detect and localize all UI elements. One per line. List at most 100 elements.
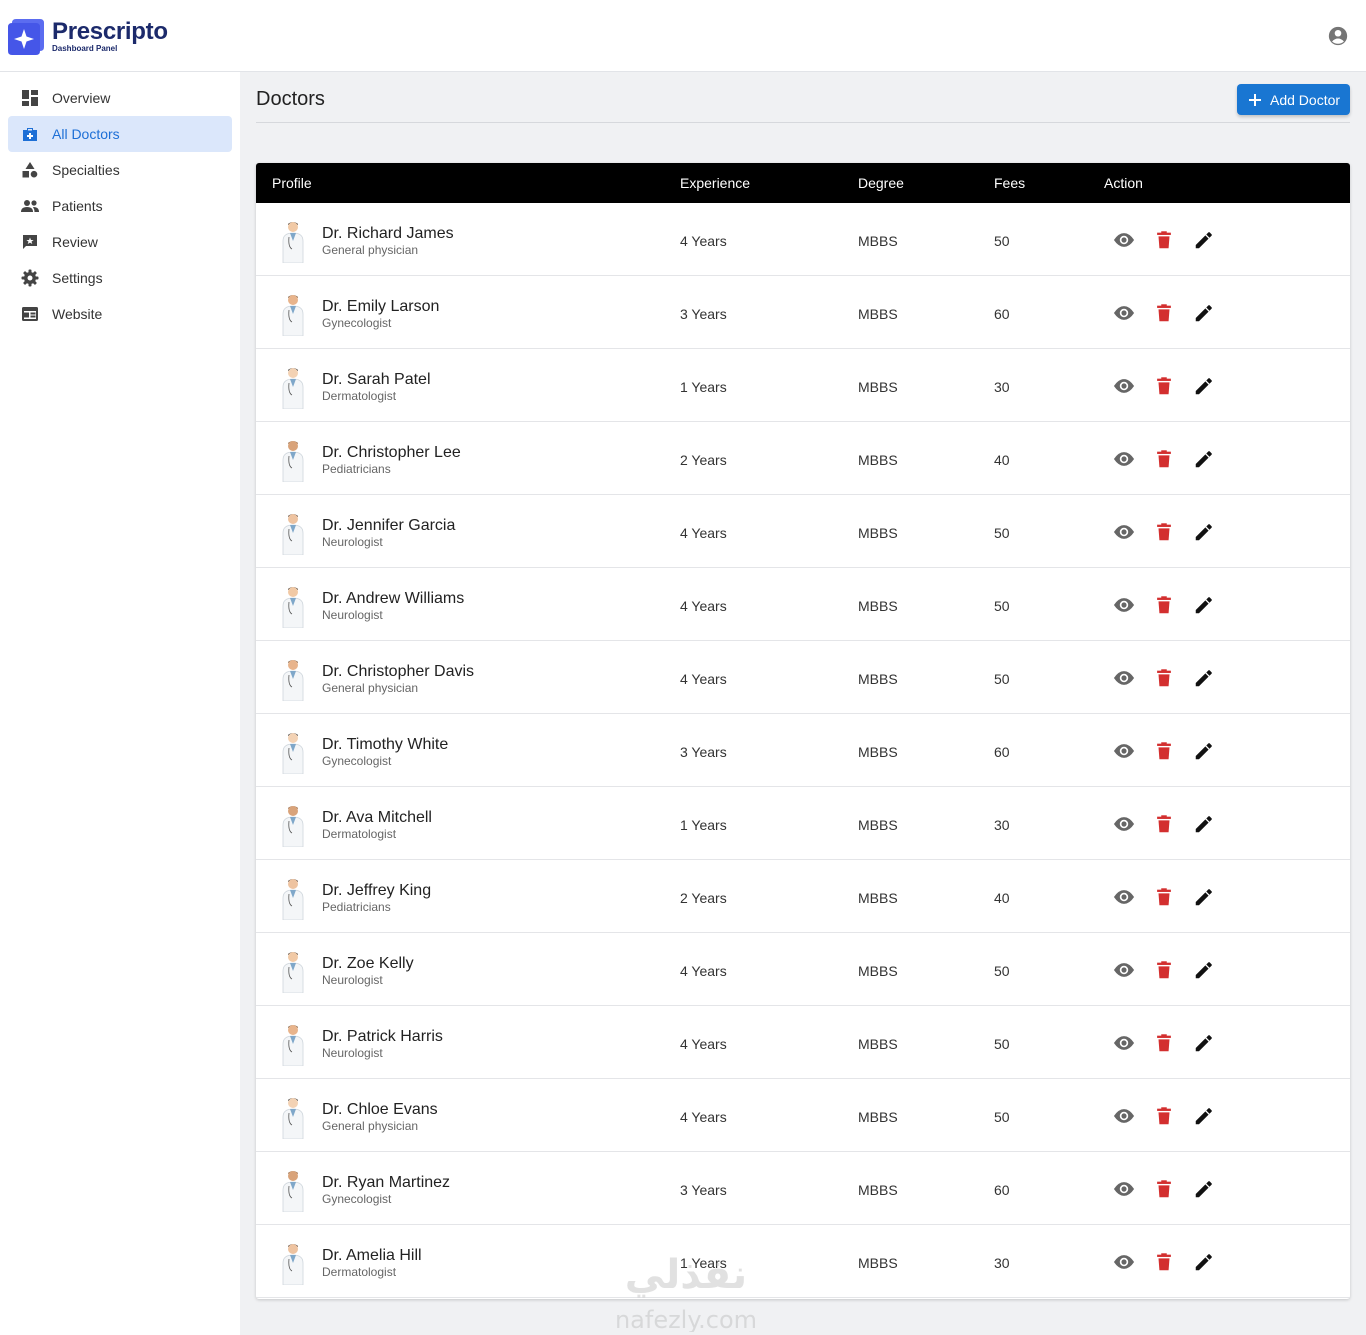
account-circle-icon[interactable] <box>1327 25 1349 47</box>
pencil-icon[interactable] <box>1193 740 1215 762</box>
doctor-specialty: Gynecologist <box>322 316 392 330</box>
pencil-icon[interactable] <box>1193 1178 1215 1200</box>
trash-icon[interactable] <box>1153 1032 1175 1054</box>
eye-icon[interactable] <box>1113 740 1135 762</box>
doctor-avatar <box>282 1025 304 1066</box>
sidebar-item-all-doctors[interactable]: All Doctors <box>8 116 232 152</box>
add-doctor-button[interactable]: Add Doctor <box>1237 84 1350 115</box>
experience-cell: 1 Years <box>680 817 727 833</box>
eye-icon[interactable] <box>1113 813 1135 835</box>
pencil-icon[interactable] <box>1193 1032 1215 1054</box>
row-divider <box>664 1297 1350 1298</box>
trash-icon[interactable] <box>1153 1251 1175 1273</box>
experience-cell: 4 Years <box>680 598 727 614</box>
table-body: Dr. Richard James General physician 4 Ye… <box>256 203 1350 1298</box>
pencil-icon[interactable] <box>1193 1251 1215 1273</box>
degree-cell: MBBS <box>858 817 898 833</box>
eye-icon[interactable] <box>1113 594 1135 616</box>
sidebar-item-patients[interactable]: Patients <box>8 188 232 224</box>
column-header-fees: Fees <box>994 175 1026 191</box>
fees-cell: 40 <box>994 890 1010 906</box>
trash-icon[interactable] <box>1153 521 1175 543</box>
pencil-icon[interactable] <box>1193 448 1215 470</box>
eye-icon[interactable] <box>1113 375 1135 397</box>
doctor-name: Dr. Christopher Lee <box>322 444 461 461</box>
trash-icon[interactable] <box>1153 1105 1175 1127</box>
doctor-avatar <box>282 295 304 336</box>
doctor-avatar <box>282 660 304 701</box>
doctor-specialty: General physician <box>322 681 419 695</box>
pencil-icon[interactable] <box>1193 302 1215 324</box>
medical-bag-icon <box>20 124 40 144</box>
degree-cell: MBBS <box>858 890 898 906</box>
eye-icon[interactable] <box>1113 302 1135 324</box>
trash-icon[interactable] <box>1153 740 1175 762</box>
table-row: Dr. Timothy White Gynecologist 3 Years M… <box>256 714 1350 787</box>
trash-icon[interactable] <box>1153 594 1175 616</box>
eye-icon[interactable] <box>1113 959 1135 981</box>
trash-icon[interactable] <box>1153 375 1175 397</box>
doctor-avatar <box>282 952 304 993</box>
sidebar: Overview All Doctors Specialties Patient… <box>0 72 240 1335</box>
trash-icon[interactable] <box>1153 1178 1175 1200</box>
row-divider <box>256 1297 664 1298</box>
doctor-name: Dr. Jennifer Garcia <box>322 517 456 534</box>
doctor-name: Dr. Zoe Kelly <box>322 955 414 972</box>
pencil-icon[interactable] <box>1193 886 1215 908</box>
sidebar-item-review[interactable]: Review <box>8 224 232 260</box>
pencil-icon[interactable] <box>1193 959 1215 981</box>
pencil-icon[interactable] <box>1193 521 1215 543</box>
divider <box>256 122 1350 123</box>
sidebar-item-label: All Doctors <box>52 126 120 142</box>
doctor-specialty: Gynecologist <box>322 754 392 768</box>
pencil-icon[interactable] <box>1193 229 1215 251</box>
sidebar-item-label: Patients <box>52 198 103 214</box>
doctor-specialty: Dermatologist <box>322 1265 397 1279</box>
doctor-name: Dr. Chloe Evans <box>322 1101 438 1118</box>
pencil-icon[interactable] <box>1193 667 1215 689</box>
pencil-icon[interactable] <box>1193 594 1215 616</box>
trash-icon[interactable] <box>1153 813 1175 835</box>
trash-icon[interactable] <box>1153 229 1175 251</box>
experience-cell: 3 Years <box>680 306 727 322</box>
fees-cell: 50 <box>994 233 1010 249</box>
trash-icon[interactable] <box>1153 302 1175 324</box>
sidebar-item-website[interactable]: Website <box>8 296 232 332</box>
eye-icon[interactable] <box>1113 448 1135 470</box>
experience-cell: 2 Years <box>680 890 727 906</box>
fees-cell: 50 <box>994 1109 1010 1125</box>
doctor-name: Dr. Ryan Martinez <box>322 1174 451 1191</box>
table-row: Dr. Zoe Kelly Neurologist 4 Years MBBS 5… <box>256 933 1350 1006</box>
sidebar-item-specialties[interactable]: Specialties <box>8 152 232 188</box>
degree-cell: MBBS <box>858 1255 898 1271</box>
eye-icon[interactable] <box>1113 229 1135 251</box>
doctor-name: Dr. Timothy White <box>322 736 449 753</box>
sidebar-item-label: Overview <box>52 90 111 106</box>
review-icon <box>20 232 40 252</box>
pencil-icon[interactable] <box>1193 813 1215 835</box>
table-row: Dr. Patrick Harris Neurologist 4 Years M… <box>256 1006 1350 1079</box>
people-icon <box>20 196 40 216</box>
eye-icon[interactable] <box>1113 1178 1135 1200</box>
experience-cell: 4 Years <box>680 1109 727 1125</box>
doctor-name: Dr. Jeffrey King <box>322 882 432 899</box>
logo[interactable]: Prescripto Dashboard Panel <box>8 17 168 55</box>
trash-icon[interactable] <box>1153 886 1175 908</box>
trash-icon[interactable] <box>1153 959 1175 981</box>
eye-icon[interactable] <box>1113 1251 1135 1273</box>
eye-icon[interactable] <box>1113 1032 1135 1054</box>
eye-icon[interactable] <box>1113 886 1135 908</box>
sidebar-item-settings[interactable]: Settings <box>8 260 232 296</box>
table-row: Dr. Emily Larson Gynecologist 3 Years MB… <box>256 276 1350 349</box>
eye-icon[interactable] <box>1113 1105 1135 1127</box>
trash-icon[interactable] <box>1153 667 1175 689</box>
eye-icon[interactable] <box>1113 667 1135 689</box>
fees-cell: 50 <box>994 671 1010 687</box>
eye-icon[interactable] <box>1113 521 1135 543</box>
pencil-icon[interactable] <box>1193 1105 1215 1127</box>
sidebar-item-overview[interactable]: Overview <box>8 80 232 116</box>
pencil-icon[interactable] <box>1193 375 1215 397</box>
trash-icon[interactable] <box>1153 448 1175 470</box>
fees-cell: 60 <box>994 306 1010 322</box>
page-title: Doctors <box>256 88 325 110</box>
